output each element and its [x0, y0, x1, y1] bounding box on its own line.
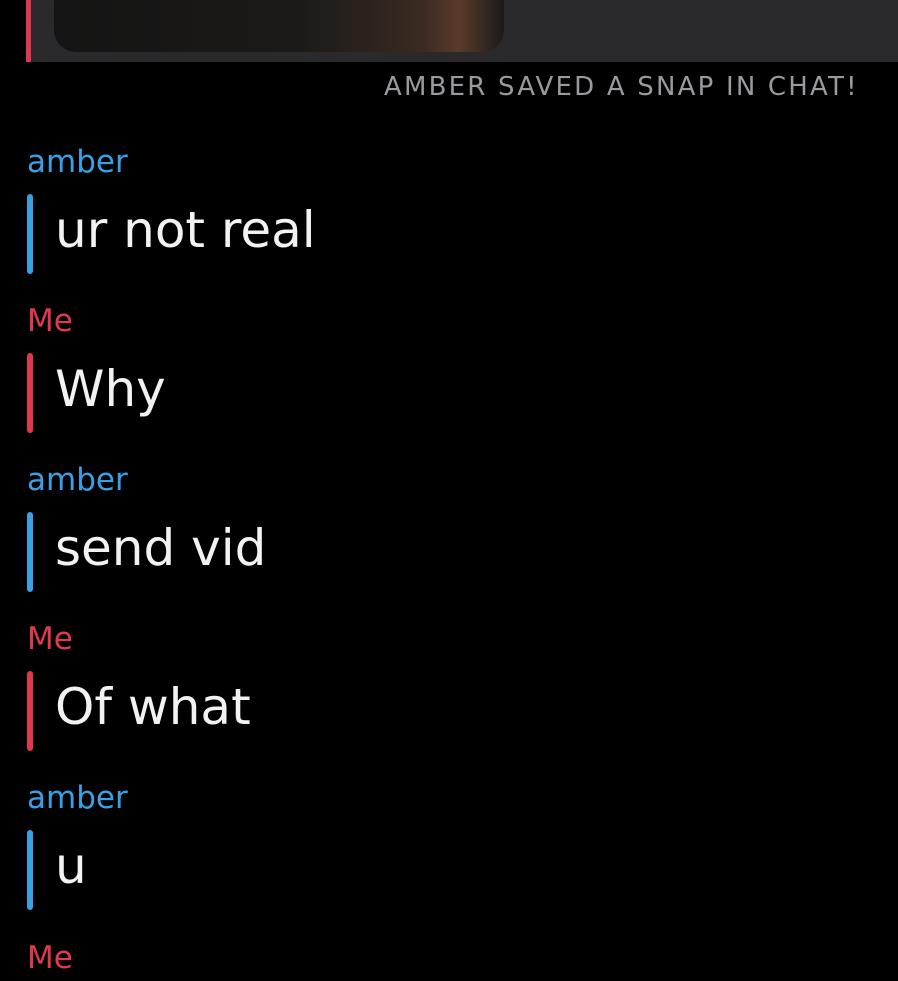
- message-text: ur not real: [55, 201, 316, 259]
- sender-name: amber: [27, 462, 128, 498]
- message-group: amber u: [27, 780, 128, 910]
- message-bubble[interactable]: ur not real: [27, 194, 316, 274]
- sender-bar: [27, 194, 33, 274]
- snap-media-message[interactable]: [26, 0, 898, 62]
- sender-bar: [27, 671, 33, 751]
- sender-name: amber: [27, 144, 128, 180]
- message-group: amber ur not real: [27, 144, 316, 274]
- sender-bar: [27, 830, 33, 910]
- message-group: amber send vid: [27, 462, 266, 592]
- sender-bar: [26, 0, 31, 62]
- message-bubble[interactable]: u: [27, 830, 128, 910]
- chat-screen: AMBER SAVED A SNAP IN CHAT! amber ur not…: [0, 0, 898, 981]
- sender-bar: [27, 512, 33, 592]
- message-group: Me: [27, 940, 73, 976]
- message-bubble[interactable]: send vid: [27, 512, 266, 592]
- message-text: Of what: [55, 678, 251, 736]
- message-text: send vid: [55, 519, 267, 577]
- saved-snap-notice: AMBER SAVED A SNAP IN CHAT!: [384, 72, 859, 102]
- sender-name: amber: [27, 780, 128, 816]
- message-group: Me Of what: [27, 621, 251, 751]
- message-bubble[interactable]: Of what: [27, 671, 251, 751]
- sender-bar: [27, 353, 33, 433]
- sender-name: Me: [27, 621, 73, 657]
- message-text: u: [55, 837, 87, 895]
- message-bubble[interactable]: Why: [27, 353, 166, 433]
- message-text: Why: [55, 360, 166, 418]
- snap-thumbnail[interactable]: [54, 0, 504, 52]
- sender-name: Me: [27, 940, 73, 976]
- sender-name: Me: [27, 303, 73, 339]
- message-group: Me Why: [27, 303, 166, 433]
